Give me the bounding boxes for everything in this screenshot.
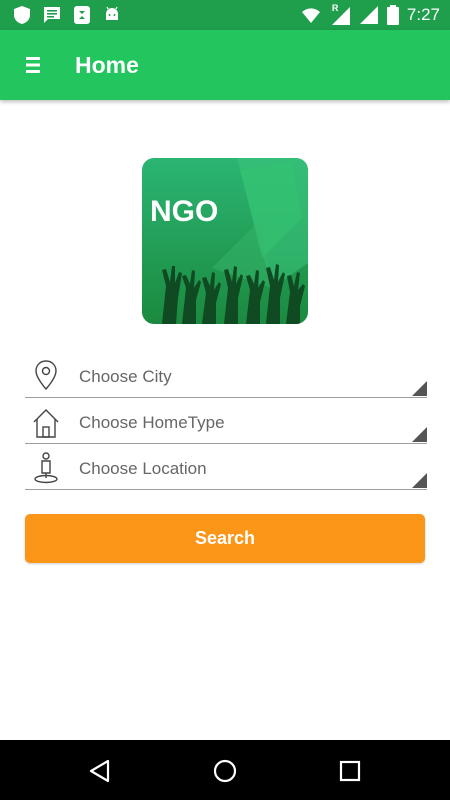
page-title: Home: [75, 52, 139, 78]
signal-icon: R: [329, 3, 351, 26]
location-dropdown-label: Choose Location: [79, 459, 207, 478]
status-bar-system: R 7:27: [301, 3, 440, 26]
location-dropdown[interactable]: Choose Location: [25, 447, 427, 490]
battery-icon: [386, 5, 399, 25]
dropdown-arrow-icon: [412, 473, 427, 488]
search-button[interactable]: Search: [25, 514, 425, 563]
wifi-icon: [301, 8, 320, 23]
city-dropdown-label: Choose City: [79, 367, 172, 386]
status-bar-notifications: [12, 5, 122, 25]
location-pin-icon: [35, 360, 57, 391]
ngo-logo-graphic: NGO: [142, 158, 308, 324]
status-bar: R 7:27: [0, 0, 450, 30]
roaming-badge: R: [331, 3, 339, 13]
search-button-label: Search: [194, 528, 256, 548]
back-triangle-icon[interactable]: [86, 757, 114, 785]
city-dropdown[interactable]: Choose City: [25, 355, 427, 398]
message-icon: [44, 7, 60, 23]
dropdown-arrow-icon: [412, 427, 427, 442]
dropdown-arrow-icon: [412, 381, 427, 396]
hometype-dropdown[interactable]: Choose HomeType: [25, 401, 427, 444]
sync-icon: [74, 6, 90, 24]
hamburger-menu-icon: [26, 57, 40, 73]
recents-square-icon[interactable]: [336, 757, 364, 785]
ngo-logo: NGO: [142, 158, 308, 324]
signal-icon: [359, 6, 378, 24]
app-bar: Home: [0, 30, 450, 100]
hometype-dropdown-label: Choose HomeType: [79, 413, 225, 432]
system-nav-bar: [0, 740, 450, 800]
person-pin-icon: [34, 452, 58, 484]
shield-icon: [14, 6, 30, 24]
logo-text: NGO: [150, 195, 218, 228]
house-icon: [33, 409, 59, 438]
android-icon: [106, 6, 118, 20]
hamburger-menu-button[interactable]: [22, 52, 48, 78]
status-time: 7:27: [406, 5, 440, 24]
home-circle-icon[interactable]: [211, 757, 239, 785]
